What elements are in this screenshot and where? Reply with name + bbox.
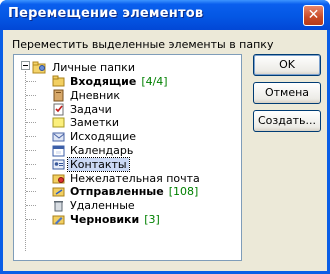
window-title: Перемещение элементов [8,6,204,21]
outbox-icon [52,130,65,143]
sent-items-icon [52,185,65,198]
title-bar[interactable]: Перемещение элементов ✕ [0,0,330,30]
ok-button[interactable]: OK [253,54,321,76]
unread-count: [4/4] [141,75,168,88]
folder-item[interactable]: Дневник [26,89,232,102]
tree-connector-branch [26,94,36,96]
folder-item-label: Задачи [68,103,114,116]
folder-name: Контакты [70,157,127,171]
personal-folders-icon [32,61,47,74]
journal-icon [52,89,65,102]
folder-name: Дневник [70,88,121,102]
folder-name: Отправленные [70,185,164,199]
tree-connector-branch [26,81,36,82]
drafts-icon [52,213,65,226]
folder-name: Исходящие [70,130,137,144]
folder-item[interactable]: Контакты [26,156,232,172]
folder-item[interactable]: Календарь [26,144,232,157]
folder-item[interactable]: Нежелательная почта [26,172,232,185]
folder-item-label: Исходящие [68,130,138,143]
folder-name: Удаленные [70,199,135,213]
folder-name: Заметки [70,116,120,130]
tree-connector-branch [26,136,36,138]
move-items-dialog: Перемещение элементов ✕ Переместить выде… [0,0,330,274]
folder-item[interactable]: Задачи [26,103,232,116]
folder-name: Задачи [70,102,112,116]
folder-item-label: Дневник [68,89,122,102]
deleted-items-icon [52,199,65,212]
close-button[interactable]: ✕ [303,5,324,26]
folder-name: Календарь [70,144,134,157]
contacts-icon [52,158,65,171]
folder-item[interactable]: Удаленные [26,199,232,212]
tree-connector-line [25,71,26,251]
folder-name: Черновики [70,213,140,226]
tree-connector-branch [26,108,36,110]
move-prompt-label: Переместить выделенные элементы в папку [12,38,274,51]
folder-item-label: Календарь [68,144,135,157]
unread-count: [108] [168,185,199,199]
tree-root-label: Личные папки [52,61,135,74]
junk-mail-icon [52,172,65,185]
cancel-button[interactable]: Отмена [253,82,321,104]
inbox-folder-icon [52,75,65,88]
unread-count: [3] [144,213,160,226]
tasks-icon [52,103,65,116]
tree-connector-branch [26,177,36,179]
folder-tree[interactable]: Личные папки Входящие [4/4] Дневник Задачи З… [13,54,242,261]
tree-connector-branch [26,122,36,124]
folder-item-label: Заметки [68,116,121,129]
collapse-toggle-icon[interactable] [21,61,30,70]
tree-connector-branch [26,163,36,165]
tree-connector-branch [26,150,36,151]
calendar-icon [52,144,65,157]
folder-item-label: Нежелательная почта [68,172,202,185]
folder-name: Нежелательная почта [70,171,200,185]
folder-name: Входящие [70,75,137,88]
folder-item[interactable]: Черновики [3] [26,213,232,226]
folder-item-label: Удаленные [68,199,137,212]
folder-item-label: Отправленные [108] [68,185,200,198]
tree-connector-branch [26,191,36,193]
folder-item[interactable]: Заметки [26,116,232,129]
folder-item[interactable]: Исходящие [26,130,232,143]
tree-connector-branch [26,205,36,207]
create-folder-button[interactable]: Создать... [253,110,321,132]
folder-item-label: Контакты [67,156,130,172]
folder-item-label: Черновики [3] [68,213,162,226]
folder-item[interactable]: Входящие [4/4] [26,75,232,88]
tree-connector-branch [26,219,36,220]
folder-item-label: Входящие [4/4] [68,75,170,88]
folder-item[interactable]: Отправленные [108] [26,185,232,198]
notes-icon [52,116,65,129]
dialog-body: Переместить выделенные элементы в папку … [3,30,327,271]
